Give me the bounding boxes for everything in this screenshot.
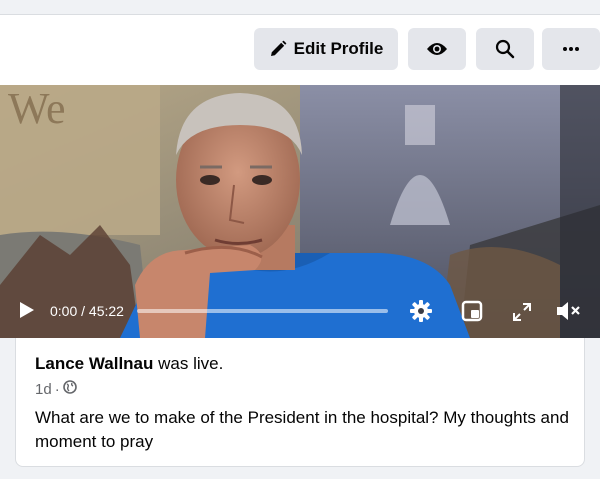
progress-bar[interactable]	[137, 309, 388, 313]
search-icon	[495, 39, 515, 59]
search-profile-button[interactable]	[476, 28, 534, 70]
time-display: 0:00 / 45:22	[50, 303, 124, 319]
pencil-icon	[269, 40, 294, 58]
post-info: Lance Wallnau was live. 1d · What are we…	[35, 354, 575, 454]
page-top-divider	[0, 0, 600, 15]
video-controls: 0:00 / 45:22	[0, 85, 600, 338]
post-header: Lance Wallnau was live.	[35, 354, 575, 374]
settings-gear-icon[interactable]	[409, 299, 433, 328]
view-as-button[interactable]	[408, 28, 466, 70]
more-horizontal-icon	[562, 46, 580, 52]
miniplayer-icon[interactable]	[461, 300, 483, 327]
volume-muted-icon[interactable]	[555, 299, 581, 328]
author-name-link[interactable]: Lance Wallnau	[35, 354, 153, 373]
meta-separator: ·	[54, 380, 60, 398]
post-text: What are we to make of the President in …	[35, 408, 569, 451]
edit-profile-button[interactable]: Edit Profile	[254, 28, 398, 70]
post-timestamp[interactable]: 1d	[35, 381, 52, 398]
play-icon[interactable]	[16, 300, 36, 325]
eye-icon	[426, 41, 448, 57]
fullscreen-icon[interactable]	[512, 302, 532, 327]
globe-icon[interactable]	[62, 380, 77, 398]
live-video-player[interactable]: We 0:00 / 45:22	[0, 85, 600, 338]
edit-profile-label: Edit Profile	[293, 39, 384, 58]
post-meta: 1d ·	[35, 380, 575, 398]
post-action-text: was live.	[153, 354, 224, 373]
more-options-button[interactable]	[542, 28, 600, 70]
profile-action-bar: Edit Profile	[0, 15, 600, 85]
